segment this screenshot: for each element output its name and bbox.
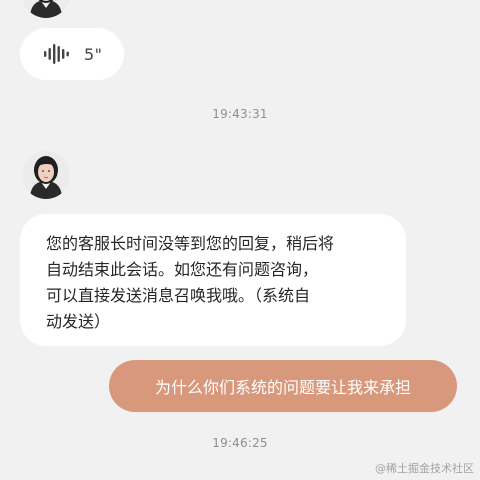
message-line: 自动结束此会话。如您还有问题咨询， bbox=[46, 260, 319, 279]
message-line: 动发送） bbox=[46, 312, 111, 331]
message-line: 您的客服长时间没等到您的回复，稍后将 bbox=[46, 234, 335, 253]
portrait-icon bbox=[22, 0, 70, 18]
watermark: @稀土掘金技术社区 bbox=[375, 462, 474, 475]
voice-wave-icon bbox=[44, 44, 69, 64]
user-message-text: 为什么你们系统的问题要让我来承担 bbox=[154, 378, 411, 397]
message-line: 可以直接发送消息召唤我哦。（系统自 bbox=[46, 286, 311, 305]
voice-duration: 5" bbox=[84, 44, 103, 64]
voice-message-bubble[interactable]: 5" bbox=[20, 28, 124, 80]
chat-window: 5" 19:43:31 您的客服长时间没等到您的回复，稍后将 自动结束此会话。如… bbox=[0, 0, 480, 480]
message-timestamp: 19:46:25 bbox=[212, 436, 268, 450]
agent-avatar[interactable] bbox=[22, 0, 70, 18]
portrait-icon bbox=[22, 151, 70, 199]
agent-avatar[interactable] bbox=[22, 151, 70, 199]
agent-message-bubble[interactable]: 您的客服长时间没等到您的回复，稍后将 自动结束此会话。如您还有问题咨询， 可以直… bbox=[20, 214, 406, 346]
user-message-bubble[interactable]: 为什么你们系统的问题要让我来承担 bbox=[109, 360, 457, 412]
message-timestamp: 19:43:31 bbox=[212, 107, 268, 121]
